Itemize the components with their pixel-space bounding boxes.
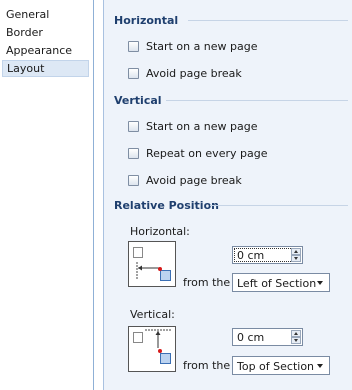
chevron-down-icon bbox=[294, 339, 298, 342]
rel-vertical-anchor-value: Top of Section bbox=[237, 360, 315, 373]
diagram-anchor-dot bbox=[158, 349, 162, 353]
v-repeat-every-page-label: Repeat on every page bbox=[146, 146, 268, 160]
section-divider bbox=[188, 20, 348, 21]
spin-up-button[interactable] bbox=[291, 248, 301, 255]
nav-item-border[interactable]: Border bbox=[2, 24, 89, 41]
dropdown-arrow-icon bbox=[317, 281, 323, 285]
chevron-up-icon bbox=[294, 332, 298, 335]
settings-nav: General Border Appearance Layout bbox=[0, 0, 94, 390]
v-avoid-page-break-option[interactable]: Avoid page break bbox=[128, 172, 242, 188]
v-start-new-page-option[interactable]: Start on a new page bbox=[128, 118, 258, 134]
v-repeat-every-page-option[interactable]: Repeat on every page bbox=[128, 145, 267, 161]
layout-panel: Horizontal Start on a new page Avoid pag… bbox=[104, 0, 352, 390]
splitter[interactable] bbox=[94, 0, 104, 390]
rel-vertical-value[interactable]: 0 cm bbox=[237, 331, 264, 344]
rel-vertical-label: Vertical: bbox=[130, 308, 175, 321]
h-avoid-page-break-checkbox[interactable] bbox=[128, 67, 139, 79]
rel-vertical-from-label: from the bbox=[183, 359, 231, 372]
section-title-relative-position: Relative Position bbox=[114, 199, 219, 212]
nav-item-layout[interactable]: Layout bbox=[2, 60, 89, 77]
section-divider bbox=[210, 205, 348, 206]
h-avoid-page-break-option[interactable]: Avoid page break bbox=[128, 65, 242, 81]
diagram-object-square bbox=[160, 353, 171, 364]
rel-horizontal-value[interactable]: 0 cm bbox=[237, 249, 264, 262]
section-title-vertical: Vertical bbox=[114, 94, 162, 107]
rel-horizontal-anchor-select[interactable]: Left of Section bbox=[232, 273, 330, 292]
rel-vertical-anchor-select[interactable]: Top of Section bbox=[232, 356, 330, 375]
diagram-object-square bbox=[160, 270, 171, 281]
chevron-up-icon bbox=[294, 250, 298, 253]
spin-down-button[interactable] bbox=[291, 337, 301, 344]
rel-horizontal-from-label: from the bbox=[183, 276, 231, 289]
vertical-offset-arrow-icon bbox=[145, 329, 171, 348]
spin-down-button[interactable] bbox=[291, 255, 301, 262]
spinner-buttons bbox=[291, 330, 301, 344]
rel-horizontal-spinner[interactable]: 0 cm bbox=[232, 246, 303, 264]
horizontal-position-diagram-icon bbox=[128, 241, 176, 287]
section-divider bbox=[166, 100, 348, 101]
v-avoid-page-break-checkbox[interactable] bbox=[128, 174, 139, 186]
h-start-new-page-label: Start on a new page bbox=[146, 39, 258, 53]
vertical-position-diagram-icon bbox=[128, 326, 176, 372]
rel-horizontal-label: Horizontal: bbox=[130, 225, 190, 238]
v-start-new-page-label: Start on a new page bbox=[146, 119, 258, 133]
rel-horizontal-anchor-value: Left of Section bbox=[237, 277, 317, 290]
dropdown-arrow-icon bbox=[317, 364, 323, 368]
diagram-anchor-dot bbox=[158, 267, 162, 271]
nav-item-general[interactable]: General bbox=[2, 6, 89, 23]
nav-item-appearance[interactable]: Appearance bbox=[2, 42, 89, 59]
v-repeat-every-page-checkbox[interactable] bbox=[128, 147, 139, 159]
v-avoid-page-break-label: Avoid page break bbox=[146, 173, 242, 187]
h-start-new-page-checkbox[interactable] bbox=[128, 40, 139, 52]
v-start-new-page-checkbox[interactable] bbox=[128, 120, 139, 132]
chevron-down-icon bbox=[294, 257, 298, 260]
spin-up-button[interactable] bbox=[291, 330, 301, 337]
spinner-buttons bbox=[291, 248, 301, 262]
rel-vertical-spinner[interactable]: 0 cm bbox=[232, 328, 303, 346]
h-start-new-page-option[interactable]: Start on a new page bbox=[128, 38, 258, 54]
section-title-horizontal: Horizontal bbox=[114, 14, 179, 27]
h-avoid-page-break-label: Avoid page break bbox=[146, 66, 242, 80]
